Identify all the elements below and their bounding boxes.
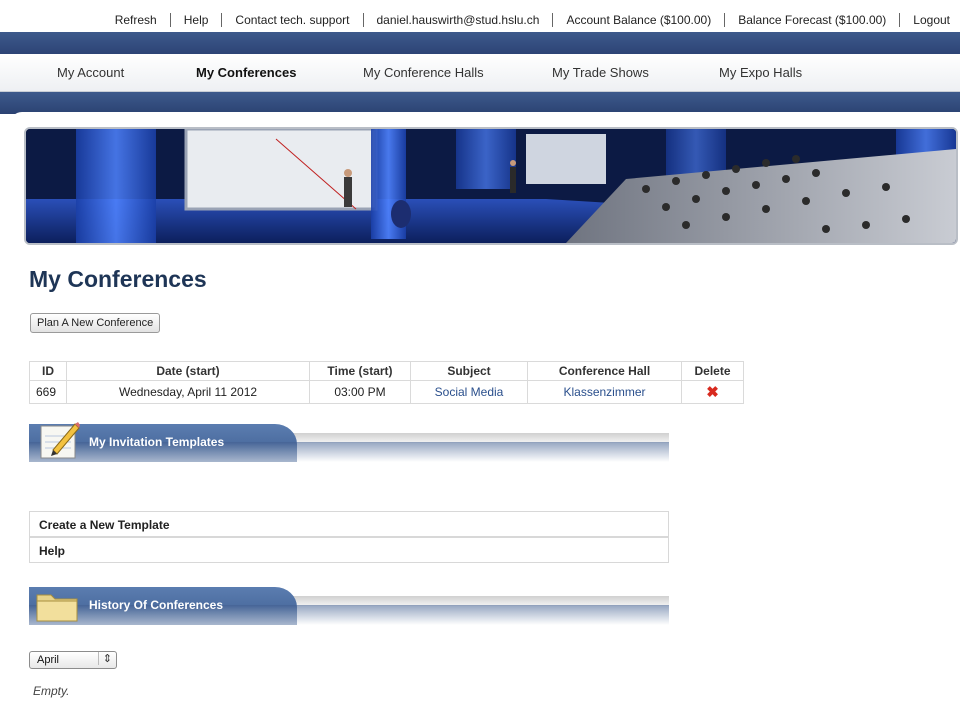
user-email-link[interactable]: daniel.hauswirth@stud.hslu.ch (377, 13, 540, 27)
nav-my-trade-shows[interactable]: My Trade Shows (552, 65, 649, 80)
banner-scene (26, 129, 956, 243)
header-band (0, 32, 960, 54)
top-utility-bar: Refresh Help Contact tech. support danie… (0, 0, 960, 32)
delete-icon[interactable]: ✖ (706, 384, 719, 401)
cell-time: 03:00 PM (309, 380, 411, 404)
nav-my-conference-halls[interactable]: My Conference Halls (363, 65, 484, 80)
subject-link[interactable]: Social Media (435, 385, 504, 399)
select-arrows-icon: ⇕ (97, 652, 112, 665)
history-header: History Of Conferences (29, 587, 669, 625)
divider (362, 13, 364, 27)
page-title: My Conferences (29, 266, 207, 292)
account-balance-link[interactable]: Account Balance ($100.00) (566, 13, 711, 27)
refresh-link[interactable]: Refresh (115, 13, 157, 27)
main-nav: My Account My Conferences My Conference … (0, 54, 960, 92)
conference-hall-link[interactable]: Klassenzimmer (563, 385, 645, 399)
history-empty-text: Empty. (33, 684, 70, 698)
section-title: History Of Conferences (89, 598, 224, 612)
nav-my-expo-halls[interactable]: My Expo Halls (719, 65, 802, 80)
cell-conference-hall: Klassenzimmer (527, 380, 682, 404)
cell-subject: Social Media (410, 380, 528, 404)
nav-my-account[interactable]: My Account (57, 65, 124, 80)
help-link[interactable]: Help (184, 13, 209, 27)
invitation-help-item[interactable]: Help (29, 537, 669, 563)
divider (724, 13, 726, 27)
create-new-template-item[interactable]: Create a New Template (29, 511, 669, 537)
column-header-time: Time (start) (309, 361, 411, 381)
conferences-table: ID Date (start) Time (start) Subject Con… (29, 361, 744, 404)
divider (169, 13, 171, 27)
notepad-pencil-icon (40, 422, 80, 459)
contact-support-link[interactable]: Contact tech. support (235, 13, 349, 27)
invitation-templates-header: My Invitation Templates (29, 422, 669, 462)
balance-forecast-link[interactable]: Balance Forecast ($100.00) (738, 13, 886, 27)
nav-my-conferences[interactable]: My Conferences (196, 65, 296, 80)
folder-icon (36, 594, 78, 622)
column-header-delete: Delete (681, 361, 744, 381)
divider (899, 13, 901, 27)
month-select-value: April (37, 654, 60, 666)
table-header-row: ID Date (start) Time (start) Subject Con… (29, 361, 744, 381)
conference-hall-banner (24, 127, 958, 245)
column-header-id: ID (29, 361, 67, 381)
cell-id: 669 (29, 380, 67, 404)
table-row: 669 Wednesday, April 11 2012 03:00 PM So… (29, 380, 744, 404)
plan-new-conference-button[interactable]: Plan A New Conference (30, 313, 161, 333)
column-header-date: Date (start) (66, 361, 310, 381)
column-header-subject: Subject (410, 361, 528, 381)
cell-date: Wednesday, April 11 2012 (66, 380, 310, 404)
logout-link[interactable]: Logout (913, 13, 950, 27)
month-select[interactable]: April ⇕ (29, 651, 117, 669)
top-links: Refresh Help Contact tech. support danie… (115, 13, 950, 27)
section-title: My Invitation Templates (89, 435, 225, 449)
divider (221, 13, 223, 27)
divider (552, 13, 554, 27)
subheader-band (0, 92, 960, 114)
cell-delete: ✖ (681, 380, 744, 404)
column-header-conference-hall: Conference Hall (527, 361, 682, 381)
